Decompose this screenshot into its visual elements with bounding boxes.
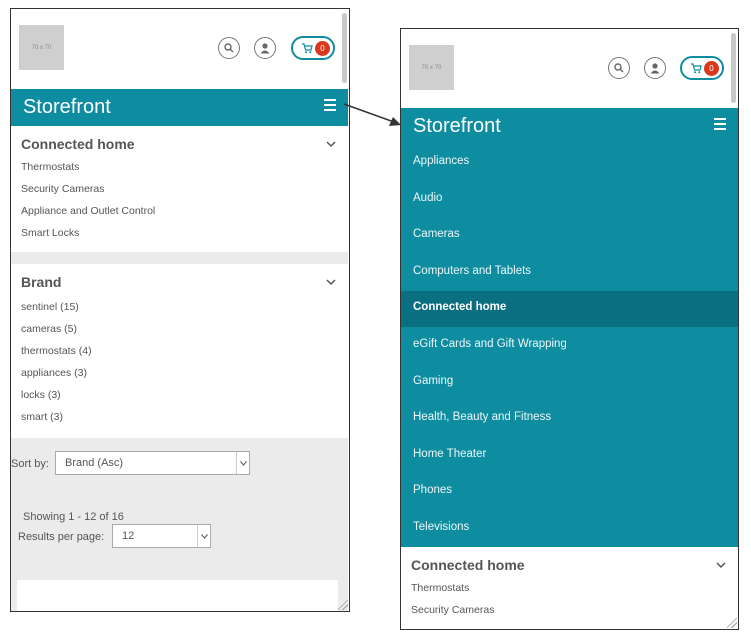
- search-button[interactable]: [218, 37, 240, 59]
- menu-item-audio[interactable]: Audio: [401, 182, 738, 218]
- menu-item-home-theater[interactable]: Home Theater: [401, 438, 738, 474]
- cart-count-badge: 0: [315, 41, 330, 56]
- category-facet-item[interactable]: Thermostats: [411, 582, 469, 594]
- site-logo[interactable]: 70 x 70: [19, 25, 64, 70]
- left-screen: 70 x 70 0 Storefront Connected home Ther…: [10, 8, 350, 612]
- category-facet-item[interactable]: Smart Locks: [21, 227, 79, 239]
- cart-button[interactable]: 0: [680, 56, 724, 80]
- category-nav-menu: Appliances Audio Cameras Computers and T…: [401, 145, 738, 547]
- brand-facet-item[interactable]: smart (3): [21, 411, 63, 423]
- section-divider: [11, 252, 348, 264]
- sort-label: Sort by:: [11, 458, 49, 470]
- user-icon: [260, 43, 270, 54]
- hamburger-icon[interactable]: [714, 118, 726, 130]
- menu-item-egift-cards[interactable]: eGift Cards and Gift Wrapping: [401, 328, 738, 364]
- brand-facet: Brand sentinel (15) cameras (5) thermost…: [11, 264, 348, 438]
- category-facet-title[interactable]: Connected home: [21, 136, 135, 152]
- brand-facet-item[interactable]: cameras (5): [21, 323, 77, 335]
- cart-button[interactable]: 0: [291, 36, 335, 60]
- category-facet-item[interactable]: Thermostats: [21, 161, 79, 173]
- site-header: 70 x 70 0: [401, 29, 728, 107]
- resize-grip[interactable]: [338, 600, 348, 610]
- account-button[interactable]: [644, 57, 666, 79]
- category-facet: Connected home Thermostats Security Came…: [11, 126, 348, 252]
- product-card[interactable]: [17, 580, 338, 611]
- resize-grip[interactable]: [727, 618, 737, 628]
- logo-placeholder-text: 70 x 70: [421, 64, 442, 71]
- brand-facet-title[interactable]: Brand: [21, 274, 61, 290]
- menu-item-cameras[interactable]: Cameras: [401, 218, 738, 254]
- brand-title[interactable]: Storefront: [413, 115, 501, 138]
- search-icon: [614, 63, 624, 73]
- cart-icon: [302, 43, 313, 54]
- category-facet-item[interactable]: Security Cameras: [21, 183, 104, 195]
- search-icon: [224, 43, 234, 53]
- menu-item-connected-home[interactable]: Connected home: [401, 291, 738, 327]
- category-facet-item[interactable]: Security Cameras: [411, 604, 494, 616]
- site-logo[interactable]: 70 x 70: [409, 45, 454, 90]
- menu-item-health-beauty-fitness[interactable]: Health, Beauty and Fitness: [401, 401, 738, 437]
- logo-placeholder-text: 70 x 70: [31, 44, 52, 51]
- chevron-down-icon: [200, 533, 208, 539]
- results-per-page-select[interactable]: 12: [112, 524, 211, 548]
- category-facet-title[interactable]: Connected home: [411, 557, 525, 573]
- category-facet-item[interactable]: Appliance and Outlet Control: [21, 205, 155, 217]
- arrow-icon: [343, 103, 401, 126]
- hamburger-icon[interactable]: [324, 99, 336, 111]
- menu-item-televisions[interactable]: Televisions: [401, 511, 738, 547]
- brand-bar: Storefront: [401, 108, 738, 145]
- brand-facet-item[interactable]: appliances (3): [21, 367, 87, 379]
- menu-item-phones[interactable]: Phones: [401, 474, 738, 510]
- user-icon: [650, 63, 660, 74]
- chevron-down-icon: [239, 460, 247, 466]
- results-count: Showing 1 - 12 of 16: [23, 511, 124, 523]
- brand-facet-item[interactable]: sentinel (15): [21, 301, 79, 313]
- chevron-down-icon[interactable]: [326, 140, 336, 148]
- cart-icon: [691, 63, 702, 74]
- right-screen: 70 x 70 0 Storefront Appliances Audio Ca…: [400, 28, 739, 630]
- scrollbar-thumb[interactable]: [342, 13, 347, 83]
- search-button[interactable]: [608, 57, 630, 79]
- chevron-down-icon[interactable]: [326, 278, 336, 286]
- category-facet: Connected home Thermostats Security Came…: [401, 547, 738, 629]
- brand-facet-item[interactable]: locks (3): [21, 389, 61, 401]
- menu-item-gaming[interactable]: Gaming: [401, 365, 738, 401]
- cart-count-badge: 0: [704, 61, 719, 76]
- results-per-page-value: 12: [122, 530, 135, 542]
- results-per-page-label: Results per page:: [18, 531, 105, 543]
- brand-bar: Storefront: [11, 89, 348, 126]
- brand-title[interactable]: Storefront: [23, 96, 111, 119]
- sort-select[interactable]: Brand (Asc): [55, 451, 250, 475]
- menu-item-computers-and-tablets[interactable]: Computers and Tablets: [401, 255, 738, 291]
- site-header: 70 x 70 0: [11, 9, 338, 87]
- menu-item-appliances[interactable]: Appliances: [401, 145, 738, 181]
- account-button[interactable]: [254, 37, 276, 59]
- scrollbar-thumb[interactable]: [731, 33, 736, 103]
- sort-select-value: Brand (Asc): [65, 457, 124, 469]
- brand-facet-item[interactable]: thermostats (4): [21, 345, 92, 357]
- chevron-down-icon[interactable]: [716, 561, 726, 569]
